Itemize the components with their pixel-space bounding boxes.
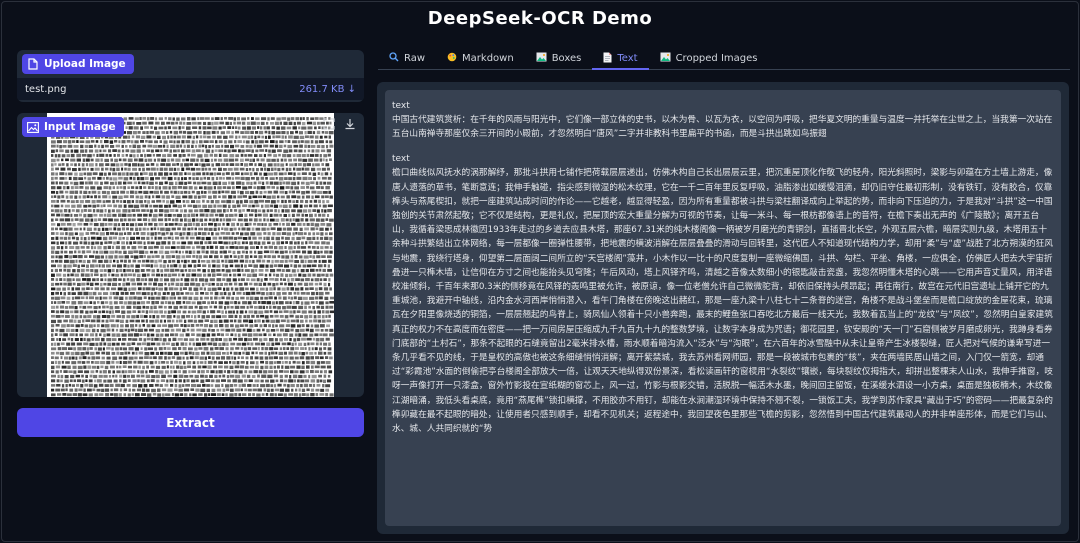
extract-button[interactable]: Extract (17, 408, 364, 437)
tab-text-label: Text (617, 53, 638, 64)
image-icon (536, 52, 547, 65)
file-name: test.png (25, 83, 67, 95)
text-output[interactable]: text 中国古代建筑赏析：在千年的风雨与阳光中，它们像一部立体的史书，以木为骨… (385, 90, 1061, 526)
upload-image-label-text: Upload Image (44, 58, 126, 70)
output-block-label: text (392, 154, 410, 165)
output-block-label: text (392, 101, 410, 111)
palette-icon (447, 52, 457, 65)
tab-markdown-label: Markdown (462, 53, 514, 64)
document-icon (603, 52, 612, 66)
output-block-text: 檐口曲线似风抚水的涡那解纾，那批斗拱用七铺作把荷载层层递出，仿佛木构自己长出层层… (392, 168, 1053, 435)
output-block-2: text 檐口曲线似风抚水的涡那解纾，那批斗拱用七铺作把荷载层层递出，仿佛木构自… (392, 153, 1054, 436)
image-icon (660, 52, 671, 65)
output-tabs: Raw Markdown Boxes Text Cropped Images (378, 48, 1070, 70)
input-image-panel: Input Image (17, 113, 364, 397)
upload-image-label: Upload Image (22, 54, 134, 74)
tab-raw[interactable]: Raw (378, 48, 436, 69)
tab-cropped-images[interactable]: Cropped Images (649, 48, 769, 69)
document-thumbnail (51, 117, 334, 397)
output-block-1: text 中国古代建筑赏析：在千年的风雨与阳光中，它们像一部立体的史书，以木为骨… (392, 100, 1054, 141)
download-icon[interactable] (344, 118, 356, 130)
app-title: DeepSeek-OCR Demo (427, 8, 653, 29)
fullscreen-icon[interactable] (323, 118, 335, 130)
image-icon (27, 121, 39, 133)
tab-boxes-label: Boxes (551, 53, 582, 64)
file-icon (27, 58, 39, 70)
tab-markdown[interactable]: Markdown (436, 48, 525, 69)
file-size-download-link[interactable]: 261.7 KB ↓ (299, 84, 356, 95)
output-panel: text 中国古代建筑赏析：在千年的风雨与阳光中，它们像一部立体的史书，以木为骨… (377, 82, 1069, 534)
input-image-preview (47, 113, 334, 397)
search-icon (389, 52, 399, 65)
tab-raw-label: Raw (404, 53, 426, 64)
tab-cropped-images-label: Cropped Images (675, 53, 758, 64)
tab-text[interactable]: Text (592, 48, 649, 70)
uploaded-file-row: test.png 261.7 KB ↓ (17, 78, 364, 100)
tab-boxes[interactable]: Boxes (525, 48, 593, 69)
input-image-label: Input Image (22, 117, 124, 137)
input-image-label-text: Input Image (44, 121, 116, 133)
output-block-text: 中国古代建筑赏析：在千年的风雨与阳光中，它们像一部立体的史书，以木为骨、以瓦为衣… (392, 115, 1053, 140)
upload-panel[interactable]: Upload Image test.png 261.7 KB ↓ (17, 50, 364, 102)
